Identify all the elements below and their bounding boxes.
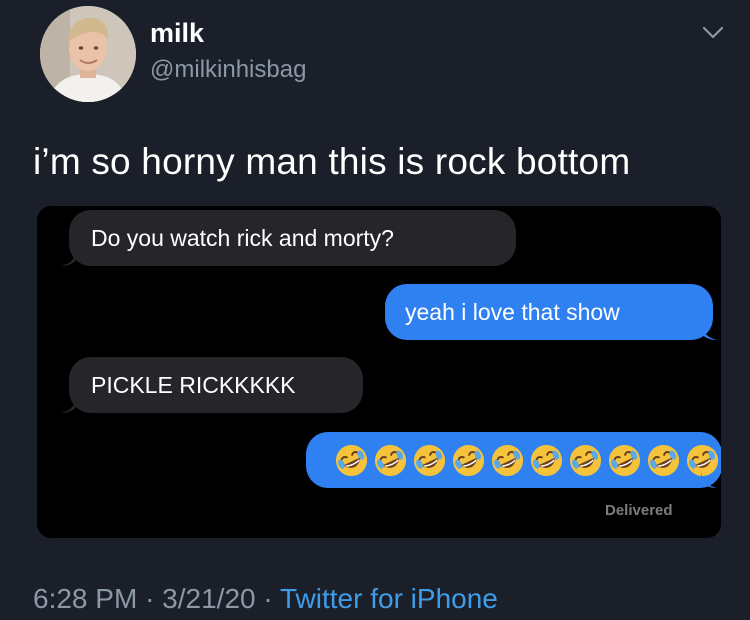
message-text: Do you watch rick and morty? [91, 224, 394, 251]
message-outgoing [306, 432, 721, 488]
rolling-on-the-floor-laughing-icon [452, 444, 485, 476]
bubble-tail [701, 472, 717, 488]
tweet-text: i’m so horny man this is rock bottom [33, 141, 631, 182]
rolling-on-the-floor-laughing-icon [335, 444, 368, 476]
meta-separator: · [263, 583, 273, 614]
meta-separator: · [145, 583, 155, 614]
emoji-row [334, 443, 720, 478]
bubble-tail [61, 397, 77, 413]
avatar-photo [40, 6, 136, 102]
tweet-time[interactable]: 6:28 PM [33, 583, 137, 614]
message-text: PICKLE RICKKKKK [91, 371, 296, 398]
attached-screenshot[interactable]: Do you watch rick and morty? yeah i love… [37, 206, 721, 538]
rolling-on-the-floor-laughing-icon [647, 444, 680, 476]
message-incoming: PICKLE RICKKKKK [69, 357, 363, 413]
rolling-on-the-floor-laughing-icon [374, 444, 407, 476]
author-handle[interactable]: @milkinhisbag [150, 56, 306, 84]
chevron-down-icon[interactable] [700, 22, 726, 42]
rolling-on-the-floor-laughing-icon [491, 444, 524, 476]
bubble-tail [701, 324, 717, 340]
tweet-meta: 6:28 PM · 3/21/20 · Twitter for iPhone [33, 583, 498, 615]
rolling-on-the-floor-laughing-icon [608, 444, 641, 476]
message-outgoing: yeah i love that show [385, 284, 713, 340]
avatar[interactable] [40, 6, 136, 102]
rolling-on-the-floor-laughing-icon [530, 444, 563, 476]
tweet-card: milk @milkinhisbag i’m so horny man this… [0, 0, 750, 620]
rolling-on-the-floor-laughing-icon [413, 444, 446, 476]
tweet-source-link[interactable]: Twitter for iPhone [280, 583, 498, 614]
message-incoming: Do you watch rick and morty? [69, 210, 516, 266]
tweet-date[interactable]: 3/21/20 [162, 583, 255, 614]
rolling-on-the-floor-laughing-icon [569, 444, 602, 476]
message-text: yeah i love that show [405, 298, 620, 325]
author-name[interactable]: milk [150, 18, 204, 49]
bubble-tail [61, 250, 77, 266]
delivered-status: Delivered [605, 502, 673, 519]
